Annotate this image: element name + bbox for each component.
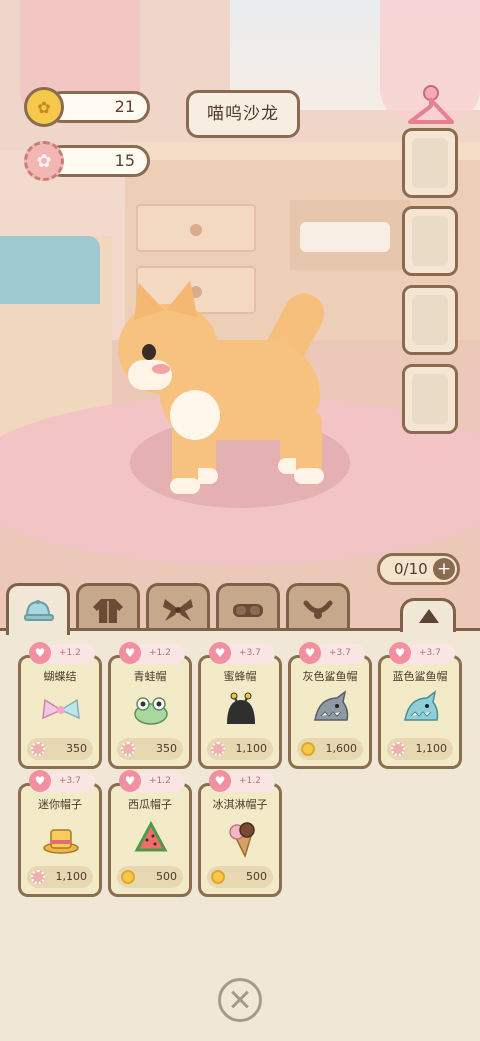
outfit-slot-1[interactable] <box>402 128 458 198</box>
item-name: 灰色鲨鱼帽 <box>302 670 358 683</box>
coin-icon <box>121 870 135 884</box>
item-card[interactable]: ♥ +3.7 蓝色鲨鱼帽 1,100 <box>378 642 462 769</box>
tab-glasses[interactable] <box>216 583 280 633</box>
collar-icon <box>303 600 333 619</box>
affection-badge: ♥ +3.7 <box>389 642 455 664</box>
price-tag: 1,600 <box>297 738 363 760</box>
tab-hats[interactable] <box>6 583 70 635</box>
flower-icon <box>121 742 135 756</box>
watermelon-hat-icon <box>134 820 168 852</box>
tab-clothes[interactable] <box>76 583 140 633</box>
bee-hat-icon <box>227 692 255 724</box>
affection-badge: ♥ +1.2 <box>119 642 185 664</box>
item-card[interactable]: ♥ +1.2 冰淇淋帽子 500 <box>198 770 282 897</box>
heart-icon: ♥ <box>209 642 231 664</box>
item-card[interactable]: ♥ +3.7 灰色鲨鱼帽 1,600 <box>288 642 372 769</box>
heart-icon: ♥ <box>299 642 321 664</box>
affection-badge: ♥ +1.2 <box>209 770 275 792</box>
item-card[interactable]: ♥ +1.2 青蛙帽 350 <box>108 642 192 769</box>
outfit-slot-3[interactable] <box>402 285 458 355</box>
item-name: 迷你帽子 <box>38 798 82 811</box>
item-name: 西瓜帽子 <box>128 798 172 811</box>
heart-icon: ♥ <box>29 770 51 792</box>
cap-icon <box>24 599 54 621</box>
outfit-slot-4[interactable] <box>402 364 458 434</box>
price-tag: 1,100 <box>207 738 273 760</box>
frog-hat-icon <box>134 697 168 725</box>
price-tag: 500 <box>207 866 273 888</box>
bed-blanket <box>0 236 100 304</box>
item-name: 冰淇淋帽子 <box>212 798 268 811</box>
hanger-icon[interactable] <box>404 84 458 132</box>
heart-icon: ♥ <box>389 642 411 664</box>
outfit-count-label: 0/10 <box>394 560 428 578</box>
bow-icon <box>163 598 193 621</box>
affection-badge: ♥ +1.2 <box>29 642 95 664</box>
collapse-panel-button[interactable] <box>400 598 456 632</box>
price-tag: 350 <box>27 738 93 760</box>
affection-badge: ♥ +1.2 <box>119 770 185 792</box>
price-tag: 350 <box>117 738 183 760</box>
flower-icon <box>31 870 45 884</box>
affection-badge: ♥ +3.7 <box>29 770 95 792</box>
add-outfit-button[interactable]: + <box>433 558 455 580</box>
tab-bows[interactable] <box>146 583 210 633</box>
outfit-slot-2[interactable] <box>402 206 458 276</box>
item-name: 青蛙帽 <box>133 670 167 683</box>
grey-shark-hat-icon <box>314 690 349 721</box>
coin-icon: ✿ <box>24 87 64 127</box>
jacket-icon <box>93 598 123 623</box>
price-tag: 1,100 <box>27 866 93 888</box>
outfit-count[interactable]: 0/10 + <box>377 553 460 585</box>
item-card[interactable]: ♥ +3.7 蜜蜂帽 1,100 <box>198 642 282 769</box>
flower-icon: ✿ <box>24 141 64 181</box>
cat-head <box>118 276 218 394</box>
heart-icon: ♥ <box>119 642 141 664</box>
mini-top-hat-icon <box>43 829 79 854</box>
item-name: 蜜蜂帽 <box>223 670 257 683</box>
cat-eye <box>142 344 156 360</box>
price-tag: 1,100 <box>387 738 453 760</box>
close-button[interactable] <box>218 978 262 1022</box>
flower-icon <box>31 742 45 756</box>
goggles-icon <box>233 603 263 617</box>
ice-cream-hat-icon <box>229 822 255 858</box>
flower-icon <box>391 742 405 756</box>
item-name: 蓝色鲨鱼帽 <box>392 670 448 683</box>
flower-counter: ✿ 15 <box>24 141 150 181</box>
item-card[interactable]: ♥ +1.2 蝴蝶结 350 <box>18 642 102 769</box>
drawer-top <box>136 204 256 252</box>
tab-collars[interactable] <box>286 583 350 633</box>
coin-icon <box>301 742 315 756</box>
item-card[interactable]: ♥ +3.7 迷你帽子 1,100 <box>18 770 102 897</box>
heart-icon: ♥ <box>29 642 51 664</box>
orange-cat[interactable] <box>110 276 332 500</box>
affection-badge: ♥ +3.7 <box>299 642 365 664</box>
coin-icon <box>211 870 225 884</box>
ribbon-bow-icon <box>42 698 80 720</box>
item-name: 蝴蝶结 <box>43 670 77 683</box>
folded-towels <box>300 222 390 252</box>
coin-counter: ✿ 21 <box>24 87 150 127</box>
item-card[interactable]: ♥ +1.2 西瓜帽子 500 <box>108 770 192 897</box>
salon-title: 喵呜沙龙 <box>186 90 300 138</box>
price-tag: 500 <box>117 866 183 888</box>
flower-icon <box>211 742 225 756</box>
heart-icon: ♥ <box>209 770 231 792</box>
blue-shark-hat-icon <box>404 690 439 721</box>
heart-icon: ♥ <box>119 770 141 792</box>
affection-badge: ♥ +3.7 <box>209 642 275 664</box>
